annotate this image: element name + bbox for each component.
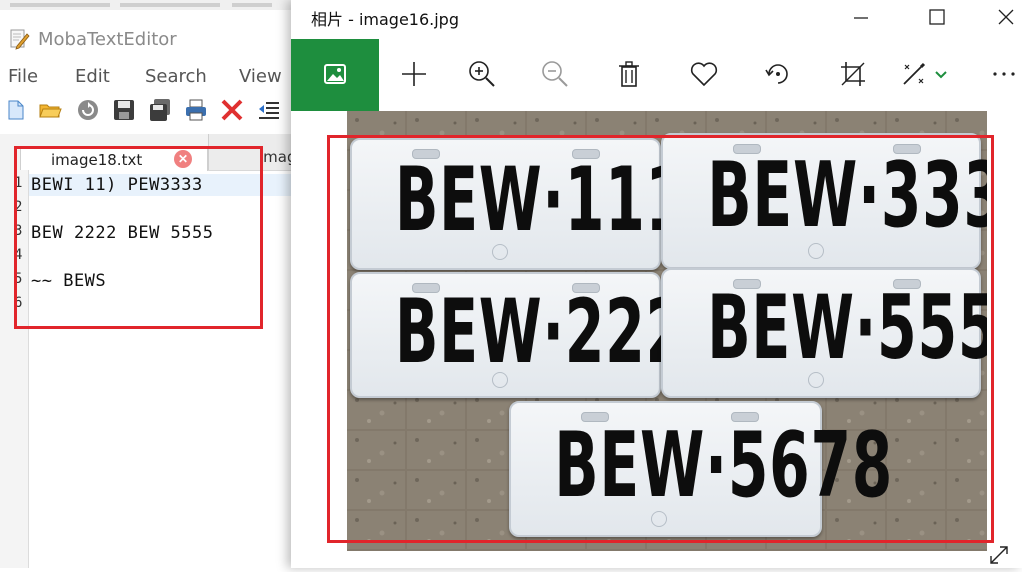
open-folder-icon[interactable]	[38, 98, 62, 122]
outdent-icon[interactable]	[257, 98, 281, 122]
more-icon[interactable]	[989, 59, 1019, 89]
menu-search[interactable]: Search	[145, 66, 207, 87]
reload-icon[interactable]	[76, 98, 100, 122]
editor-menu-bar: File Edit Search View	[0, 62, 292, 90]
photos-window: 相片 - image16.jpg BEW·1111 BEW·33 BEW·222…	[291, 0, 1022, 568]
zoom-out-icon[interactable]	[540, 59, 570, 89]
editor-app-title: MobaTextEditor	[38, 28, 177, 50]
crop-icon[interactable]	[838, 59, 868, 89]
add-icon[interactable]	[399, 59, 429, 89]
menu-file[interactable]: File	[8, 66, 38, 87]
zoom-in-icon[interactable]	[467, 59, 497, 89]
window-top-strip	[0, 0, 292, 10]
save-all-icon[interactable]	[148, 98, 172, 122]
print-icon[interactable]	[184, 98, 208, 122]
close-icon[interactable]	[220, 98, 244, 122]
minimize-icon[interactable]	[846, 4, 876, 30]
edit-icon[interactable]	[899, 59, 929, 89]
photos-toolbar	[291, 39, 1022, 111]
new-file-icon[interactable]	[4, 98, 28, 122]
menu-view[interactable]: View	[239, 66, 282, 87]
chevron-down-icon[interactable]	[933, 67, 949, 83]
photos-window-title: 相片 - image16.jpg	[311, 10, 459, 29]
rotate-icon[interactable]	[763, 59, 793, 89]
maximize-icon[interactable]	[922, 4, 952, 30]
gallery-icon	[324, 64, 346, 84]
tab-label: imag	[259, 148, 292, 166]
text-editor-window: MobaTextEditor File Edit Search View ima…	[0, 0, 292, 568]
delete-icon[interactable]	[614, 59, 644, 89]
editor-toolbar	[0, 94, 292, 126]
editor-title-bar: MobaTextEditor	[8, 26, 177, 52]
photo-highlight-box	[327, 135, 994, 543]
window-close-icon[interactable]	[991, 4, 1021, 30]
mobatexteditor-logo-icon	[8, 28, 30, 50]
expand-icon[interactable]	[987, 543, 1011, 567]
editor-highlight-box	[14, 146, 263, 329]
save-icon[interactable]	[112, 98, 136, 122]
favorite-icon[interactable]	[689, 59, 719, 89]
gallery-button[interactable]	[291, 39, 379, 111]
menu-edit[interactable]: Edit	[75, 66, 110, 87]
